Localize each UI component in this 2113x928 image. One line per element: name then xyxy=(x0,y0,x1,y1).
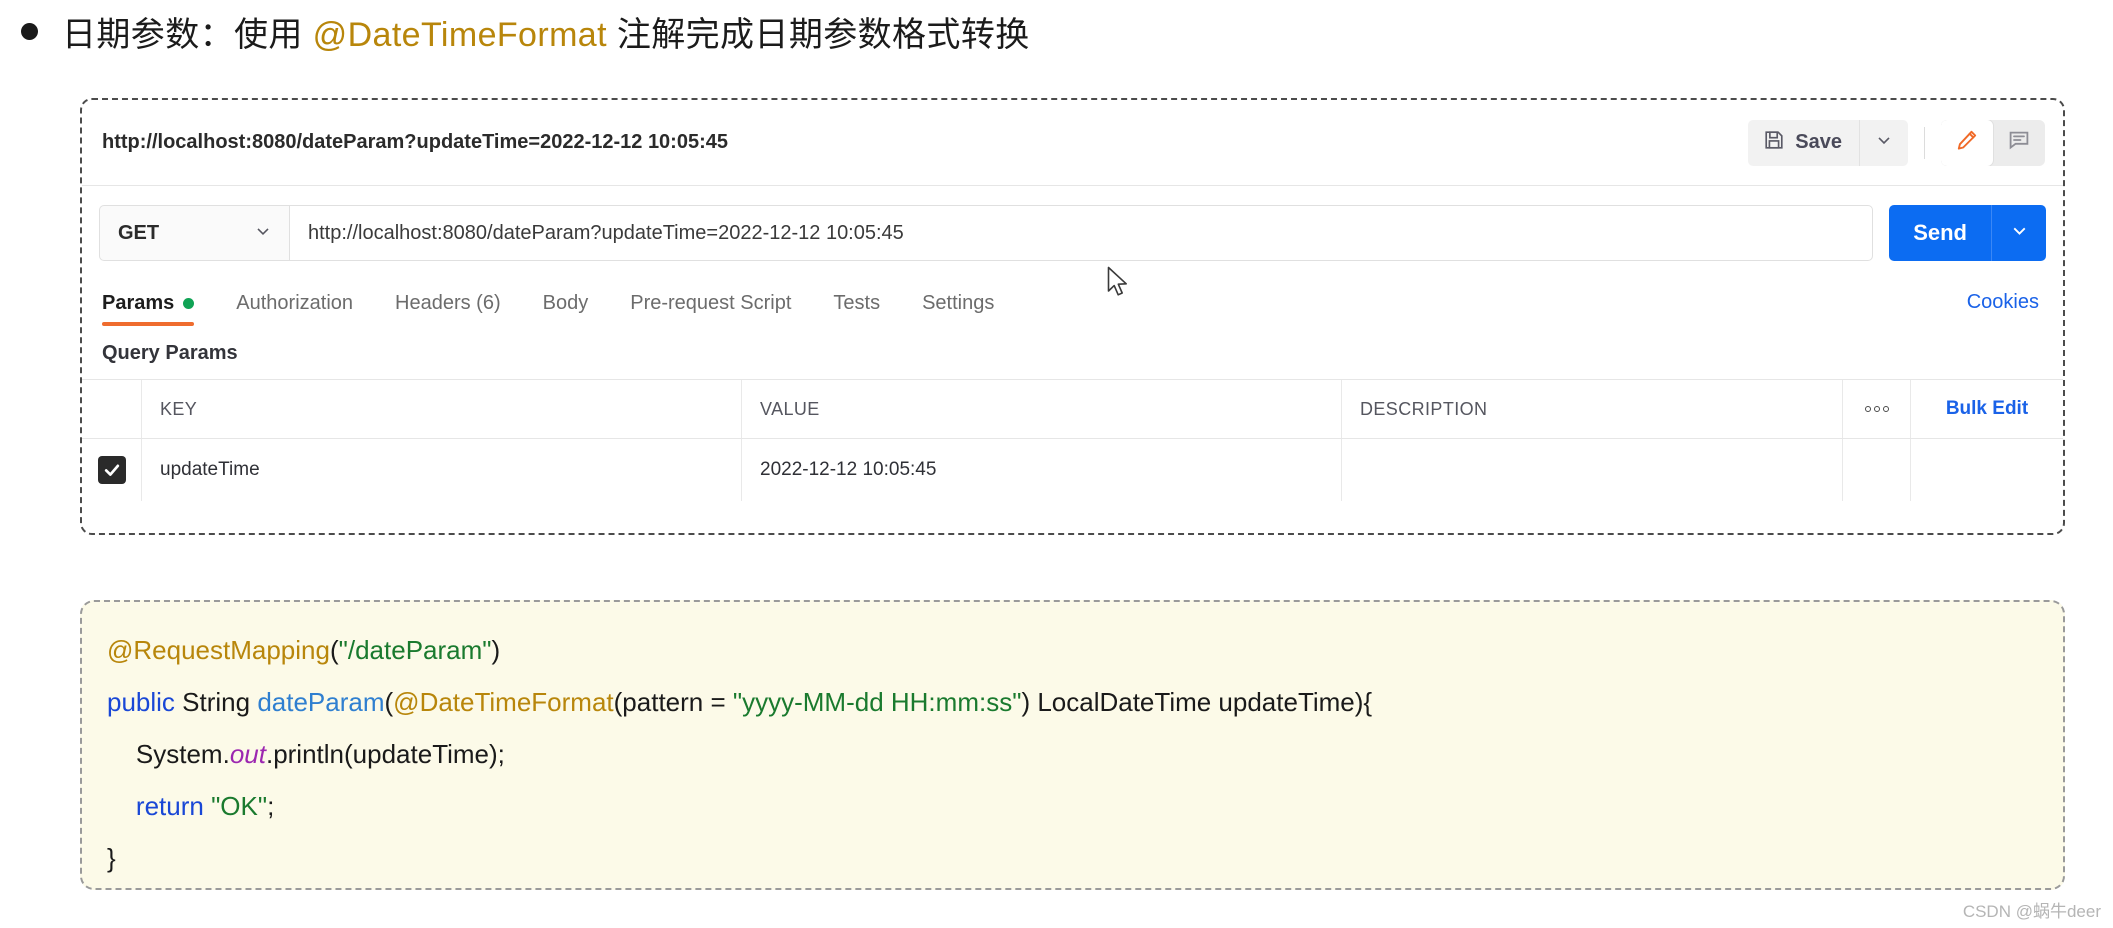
save-button-group: Save xyxy=(1748,119,1908,166)
table-row: updateTime 2022-12-12 10:05:45 xyxy=(82,439,2063,501)
floppy-disk-icon xyxy=(1763,129,1785,156)
request-tab-bar: http://localhost:8080/dateParam?updateTi… xyxy=(82,100,2063,186)
tab-params[interactable]: Params xyxy=(102,292,195,326)
bulk-edit-label: Bulk Edit xyxy=(1945,398,2029,419)
postman-request-panel: http://localhost:8080/dateParam?updateTi… xyxy=(80,98,2065,535)
chevron-down-icon xyxy=(253,221,273,246)
bulk-edit-button[interactable]: Bulk Edit xyxy=(1911,380,2063,438)
tab-authorization[interactable]: Authorization xyxy=(236,292,353,326)
code-token: ; xyxy=(267,791,275,821)
tab-params-label: Params xyxy=(102,292,175,314)
request-tab-title[interactable]: http://localhost:8080/dateParam?updateTi… xyxy=(102,131,1748,154)
chevron-down-icon xyxy=(2009,220,2030,246)
save-button[interactable]: Save xyxy=(1748,119,1860,166)
titlebar-actions: Save xyxy=(1748,119,2045,166)
code-token: } xyxy=(107,843,116,873)
http-method-select[interactable]: GET xyxy=(99,205,289,261)
code-line: public String dateParam(@DateTimeFormat(… xyxy=(107,676,2063,728)
code-token: (pattern = xyxy=(613,687,733,717)
tab-authorization-label: Authorization xyxy=(236,292,354,314)
code-token: public xyxy=(107,687,175,717)
header-checkbox-cell xyxy=(82,380,142,438)
code-line: @RequestMapping("/dateParam") xyxy=(107,624,2063,676)
tab-tests[interactable]: Tests xyxy=(833,292,880,326)
heading-highlight: @DateTimeFormat xyxy=(312,15,607,54)
code-snippet-panel: @RequestMapping("/dateParam") public Str… xyxy=(80,600,2065,890)
request-url-row: GET http://localhost:8080/dateParam?upda… xyxy=(82,196,2063,270)
send-button[interactable]: Send xyxy=(1889,205,1992,261)
tab-headers[interactable]: Headers (6) xyxy=(395,292,501,326)
row-checkbox[interactable] xyxy=(97,456,126,484)
row-key[interactable]: updateTime xyxy=(142,439,742,501)
row-options-cell xyxy=(1843,439,1911,501)
checkmark-icon xyxy=(104,464,119,476)
save-options-button[interactable] xyxy=(1860,120,1908,166)
tab-tests-label: Tests xyxy=(833,292,881,314)
code-line: System.out.println(updateTime); xyxy=(107,728,2063,780)
header-key: KEY xyxy=(142,380,742,438)
tab-settings-label: Settings xyxy=(922,292,995,314)
code-token: String xyxy=(174,687,258,717)
request-url-input[interactable]: http://localhost:8080/dateParam?updateTi… xyxy=(289,205,1874,261)
chevron-down-icon xyxy=(1874,130,1894,155)
heading-prefix: 日期参数：使用 xyxy=(62,15,313,54)
tab-settings[interactable]: Settings xyxy=(922,292,994,326)
code-token: dateParam xyxy=(257,687,385,717)
code-token: "OK" xyxy=(211,791,268,821)
code-token: out xyxy=(229,739,266,769)
code-token: @DateTimeFormat xyxy=(393,687,614,717)
code-token: .println(updateTime); xyxy=(265,739,505,769)
save-button-label: Save xyxy=(1795,131,1842,153)
row-description[interactable] xyxy=(1342,439,1843,501)
code-line: } xyxy=(107,832,2063,884)
code-token: ) LocalDateTime updateTime){ xyxy=(1021,687,1373,717)
row-spacer-cell xyxy=(1911,439,2063,501)
code-token: ( xyxy=(384,687,394,717)
cookies-link[interactable]: Cookies xyxy=(1967,291,2039,314)
params-modified-dot-icon xyxy=(183,298,195,309)
comment-icon xyxy=(2007,128,2031,157)
query-params-table: KEY VALUE DESCRIPTION Bulk Edit updateTi… xyxy=(82,379,2063,501)
row-checkbox-cell xyxy=(82,439,142,501)
code-token: System. xyxy=(107,739,230,769)
http-method-value: GET xyxy=(118,221,160,244)
page-title: 日期参数：使用 @DateTimeFormat 注解完成日期参数格式转换 xyxy=(62,7,1030,56)
code-token: ) xyxy=(491,635,501,665)
request-section-tabs: Params Authorization Headers (6) Body Pr… xyxy=(82,274,2063,326)
send-button-label: Send xyxy=(1913,220,1967,245)
code-token: return xyxy=(135,791,204,821)
bullet-icon xyxy=(21,22,38,40)
view-mode-toggle xyxy=(1941,119,2045,166)
tab-headers-label: Headers (6) xyxy=(395,292,501,314)
header-description: DESCRIPTION xyxy=(1342,380,1843,438)
heading-row: 日期参数：使用 @DateTimeFormat 注解完成日期参数格式转换 xyxy=(0,0,2113,62)
row-value[interactable]: 2022-12-12 10:05:45 xyxy=(742,439,1342,501)
table-options-button[interactable] xyxy=(1843,380,1911,438)
pencil-icon xyxy=(1955,128,1979,157)
comments-button[interactable] xyxy=(1993,120,2045,166)
code-token: "/dateParam" xyxy=(338,635,492,665)
ellipsis-icon xyxy=(1864,406,1889,412)
heading-suffix: 注解完成日期参数格式转换 xyxy=(606,15,1030,54)
tab-pre-request-script-label: Pre-request Script xyxy=(630,292,792,314)
code-token: "yyyy-MM-dd HH:mm:ss" xyxy=(732,687,1022,717)
query-params-heading: Query Params xyxy=(102,342,238,364)
code-token: @RequestMapping xyxy=(107,635,330,665)
code-token: ( xyxy=(329,635,339,665)
tab-pre-request-script[interactable]: Pre-request Script xyxy=(630,292,791,326)
header-value: VALUE xyxy=(742,380,1342,438)
send-button-group: Send xyxy=(1889,205,2046,261)
edit-mode-button[interactable] xyxy=(1941,119,1993,166)
send-options-button[interactable] xyxy=(1992,205,2046,261)
tab-body[interactable]: Body xyxy=(543,292,589,326)
table-header-row: KEY VALUE DESCRIPTION Bulk Edit xyxy=(82,380,2063,439)
code-line: return "OK"; xyxy=(107,780,2063,832)
watermark: CSDN @蜗牛deer xyxy=(1962,902,2101,921)
toolbar-divider xyxy=(1924,126,1925,159)
tab-body-label: Body xyxy=(542,292,589,314)
